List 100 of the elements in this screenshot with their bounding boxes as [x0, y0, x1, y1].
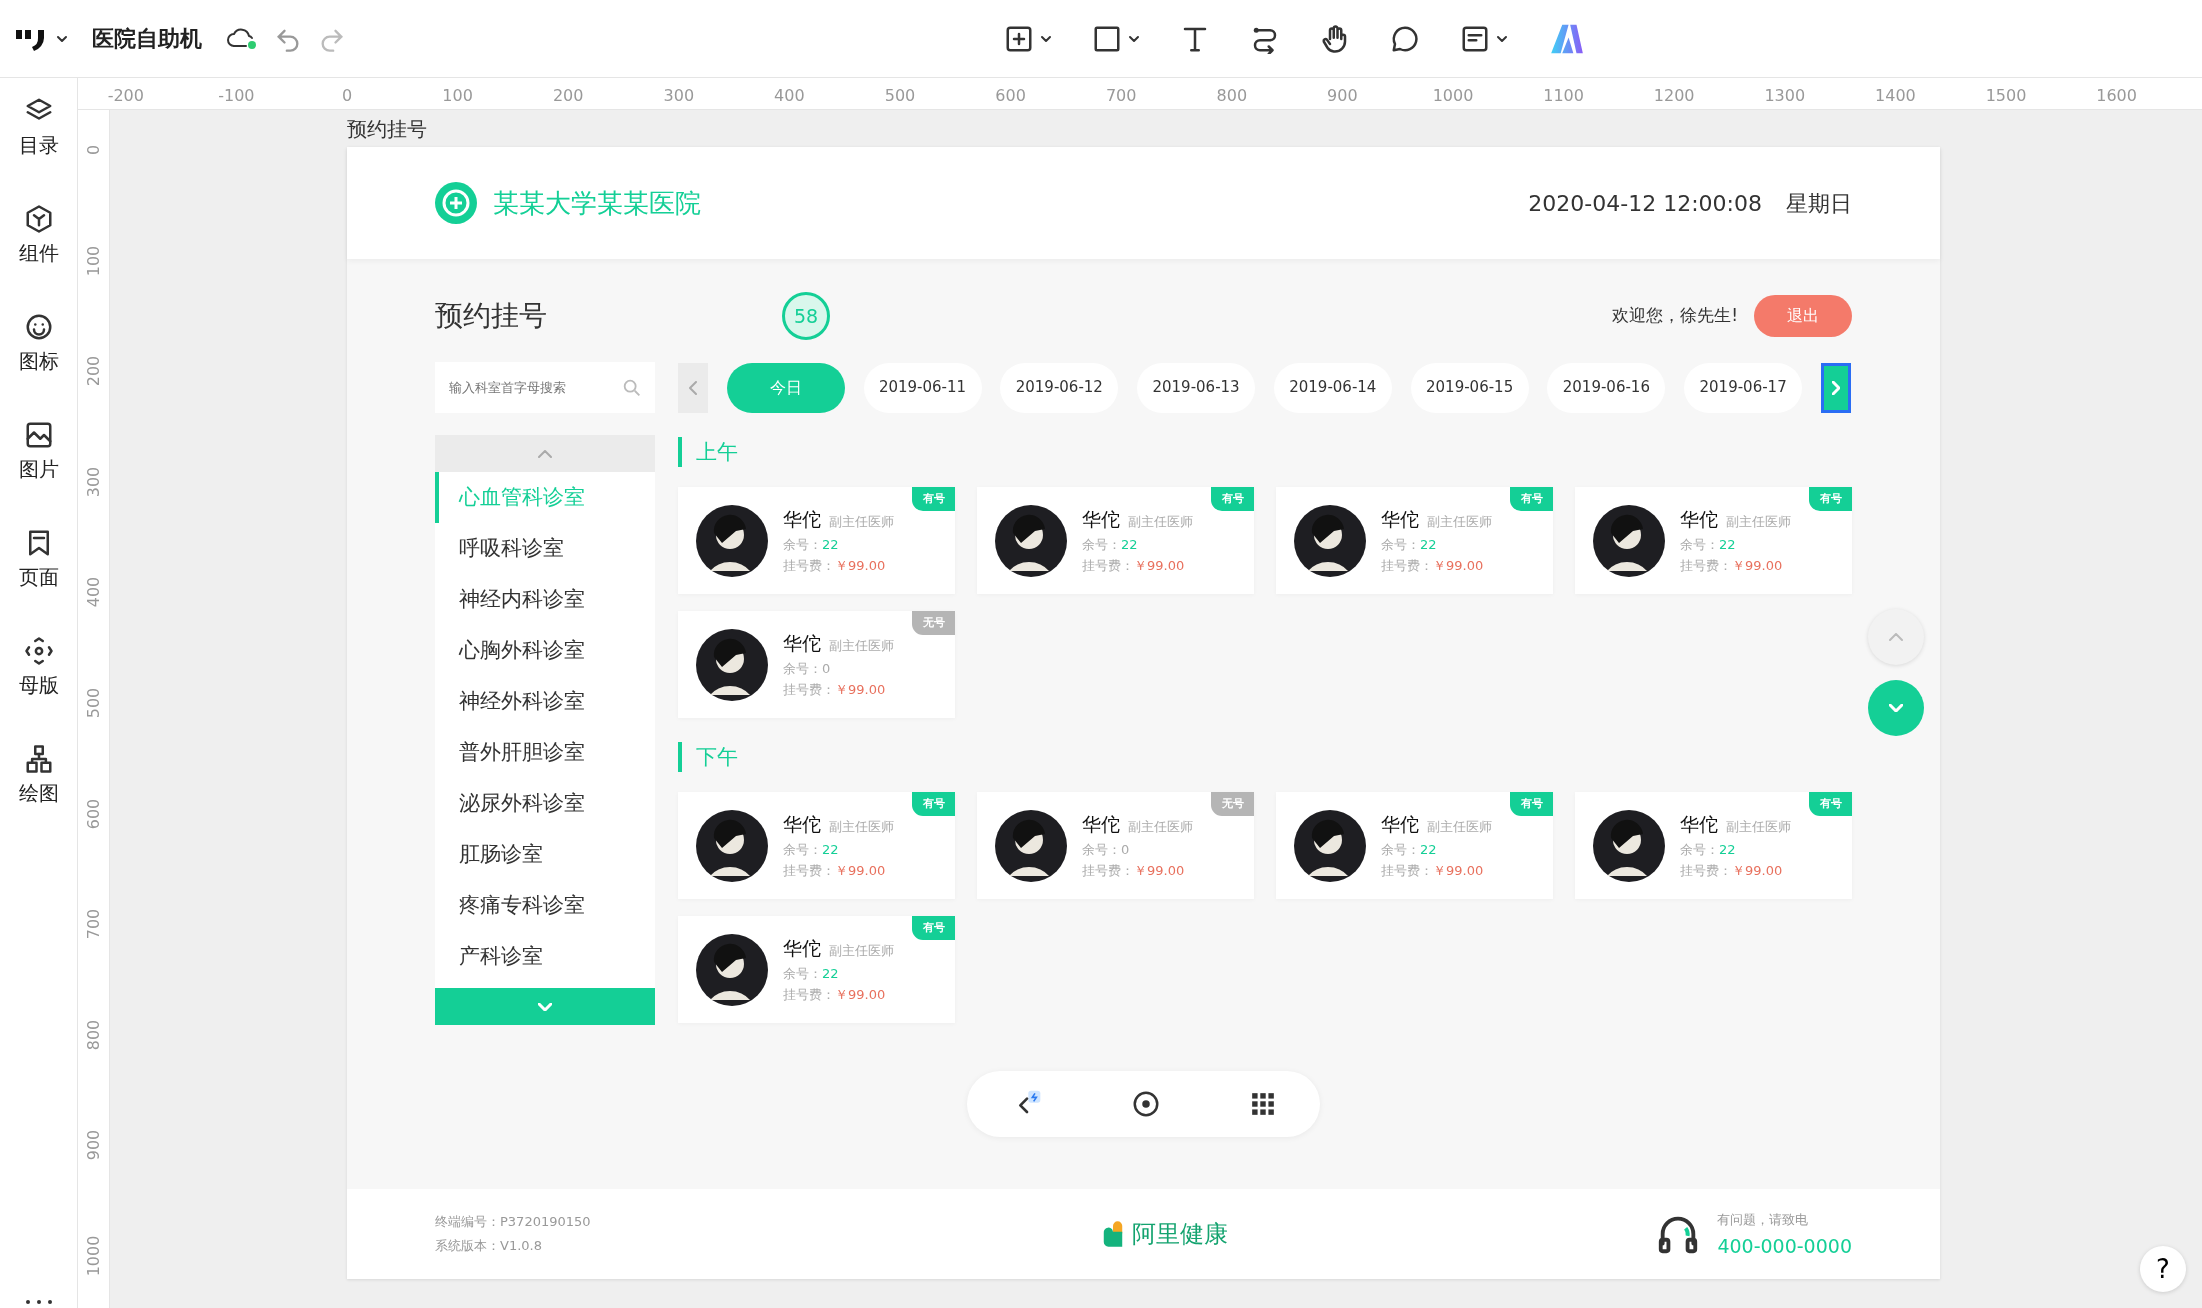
doctor-name: 华佗	[1680, 813, 1718, 836]
next-dates-button[interactable]	[1820, 362, 1851, 413]
date-tab[interactable]: 2019-06-17	[1684, 362, 1803, 413]
doctor-name: 华佗	[783, 937, 821, 960]
doctor-title: 副主任医师	[1726, 819, 1791, 835]
availability-tag: 无号	[1211, 792, 1254, 816]
date-tab[interactable]: 2019-06-14	[1273, 362, 1392, 413]
ruler-label: 500	[83, 686, 104, 721]
availability-tag: 有号	[912, 487, 955, 511]
department-item[interactable]: 呼吸科诊室	[435, 523, 655, 574]
doctor-card[interactable]: 有号 华佗 副主任医师 余号：22 挂号费：￥99.00	[678, 487, 955, 594]
fee-label: 挂号费：	[783, 862, 835, 878]
date-tab[interactable]: 2019-06-13	[1137, 362, 1256, 413]
search-field[interactable]: 输入科室首字母搜索	[435, 362, 655, 413]
sidebar-item[interactable]: 组件	[0, 204, 77, 312]
fee-label: 挂号费：	[1381, 557, 1433, 573]
ruler-label: 1300	[1764, 85, 1806, 107]
remaining-count: 22	[1420, 841, 1437, 857]
remaining-label: 余号：	[1680, 536, 1719, 552]
doctor-title: 副主任医师	[829, 819, 894, 835]
remaining-label: 余号：	[1381, 841, 1420, 857]
terminal-id: 终端编号：P3720190150	[435, 1213, 591, 1231]
system-version: 系统版本：V1.0.8	[435, 1237, 543, 1255]
department-item[interactable]: 普外肝胆诊室	[435, 727, 655, 778]
department-item[interactable]: 泌尿外科诊室	[435, 778, 655, 829]
chevron-right-icon	[1831, 380, 1840, 395]
remaining-count: 22	[1719, 536, 1736, 552]
doctor-card[interactable]: 有号 华佗 副主任医师 余号：22 挂号费：￥99.00	[678, 916, 955, 1023]
doctor-card[interactable]: 有号 华佗 副主任医师 余号：22 挂号费：￥99.00	[678, 792, 955, 899]
doctor-card[interactable]: 有号 华佗 副主任医师 余号：22 挂号费：￥99.00	[1575, 792, 1852, 899]
doctor-name: 华佗	[783, 508, 821, 531]
remaining-label: 余号：	[1381, 536, 1420, 552]
ruler-label: 600	[83, 797, 104, 831]
ruler-label: 1500	[1985, 85, 2027, 107]
chevron-down-icon	[538, 1002, 552, 1011]
section-heading: 下午	[678, 742, 1851, 772]
remaining-count: 0	[1121, 841, 1130, 857]
doctor-card[interactable]: 有号 华佗 副主任医师 余号：22 挂号费：￥99.00	[1575, 487, 1852, 594]
fee-amount: ￥99.00	[835, 986, 886, 1002]
availability-tag: 有号	[1510, 487, 1553, 511]
availability-tag: 有号	[1809, 487, 1852, 511]
doctor-card[interactable]: 有号 华佗 副主任医师 余号：22 挂号费：￥99.00	[1276, 487, 1553, 594]
remaining-label: 余号：	[783, 536, 822, 552]
remaining-label: 余号：	[1680, 841, 1719, 857]
doctor-card[interactable]: 无号 华佗 副主任医师 余号：0 挂号费：￥99.00	[678, 611, 955, 718]
doctor-card[interactable]: 有号 华佗 副主任医师 余号：22 挂号费：￥99.00	[977, 487, 1254, 594]
department-item[interactable]: 肛肠诊室	[435, 829, 655, 880]
fee-label: 挂号费：	[1082, 862, 1134, 878]
ruler-label: 800	[83, 1018, 104, 1053]
help-button[interactable]: ?	[2140, 1246, 2186, 1292]
date-tab[interactable]: 2019-06-16	[1547, 362, 1666, 413]
chevron-left-icon	[689, 380, 697, 395]
remaining-count: 0	[822, 660, 831, 676]
ruler-label: 1400	[1875, 85, 1916, 107]
date-tab[interactable]: 2019-06-15	[1410, 362, 1529, 413]
remaining-count: 22	[1719, 841, 1736, 857]
ruler-label: 500	[884, 85, 916, 107]
availability-tag: 有号	[912, 916, 955, 940]
sidebar-item[interactable]: 母版	[0, 636, 77, 744]
doctor-title: 副主任医师	[1128, 514, 1193, 530]
sidebar-item[interactable]: 目录	[0, 96, 77, 204]
sidebar-item[interactable]: 绘图	[0, 744, 77, 852]
ruler-label: 1000	[1432, 85, 1474, 107]
doctor-card[interactable]: 有号 华佗 副主任医师 余号：22 挂号费：￥99.00	[1276, 792, 1553, 899]
availability-tag: 有号	[1510, 792, 1553, 816]
more-icon[interactable]	[23, 1298, 54, 1306]
apps-button[interactable]	[1249, 1091, 1276, 1117]
doctor-title: 副主任医师	[829, 943, 894, 959]
remaining-label: 余号：	[783, 841, 822, 857]
department-item[interactable]: 心胸外科诊室	[435, 625, 655, 676]
fee-label: 挂号费：	[783, 557, 835, 573]
department-item[interactable]: 产科诊室	[435, 931, 655, 982]
fee-amount: ￥99.00	[1433, 557, 1484, 573]
ruler-label: 1200	[1653, 85, 1695, 107]
department-item[interactable]: 疼痛专科诊室	[435, 880, 655, 931]
department-item[interactable]: 神经外科诊室	[435, 676, 655, 727]
date-tab[interactable]: 2019-06-12	[1000, 362, 1119, 413]
remaining-count: 22	[1121, 536, 1138, 552]
fee-amount: ￥99.00	[835, 681, 886, 697]
fee-amount: ￥99.00	[835, 862, 886, 878]
doctor-title: 副主任医师	[829, 514, 894, 530]
sidebar-item[interactable]: 页面	[0, 528, 77, 636]
date-tab[interactable]: 2019-06-11	[863, 362, 982, 413]
grid-icon	[1249, 1091, 1276, 1117]
ruler-label: 100	[442, 85, 473, 107]
remaining-count: 22	[1420, 536, 1437, 552]
artboard-label: 预约挂号	[347, 116, 427, 143]
fee-amount: ￥99.00	[1433, 862, 1484, 878]
brand-name: 阿里健康	[1131, 1219, 1228, 1250]
doctor-card[interactable]: 无号 华佗 副主任医师 余号：0 挂号费：￥99.00	[977, 792, 1254, 899]
remaining-count: 22	[822, 536, 839, 552]
search-input-text[interactable]: 输入科室首字母搜索	[447, 376, 613, 399]
ruler-label: 700	[83, 907, 104, 942]
ruler-label: 900	[83, 1129, 104, 1163]
help-hint: 有问题，请致电	[1717, 1210, 1810, 1229]
sidebar-item[interactable]: 图片	[0, 420, 77, 528]
department-item[interactable]: 神经内科诊室	[435, 574, 655, 625]
sidebar-item[interactable]: 图标	[0, 312, 77, 420]
doctor-name: 华佗	[1082, 813, 1120, 836]
remaining-label: 余号：	[1082, 536, 1121, 552]
